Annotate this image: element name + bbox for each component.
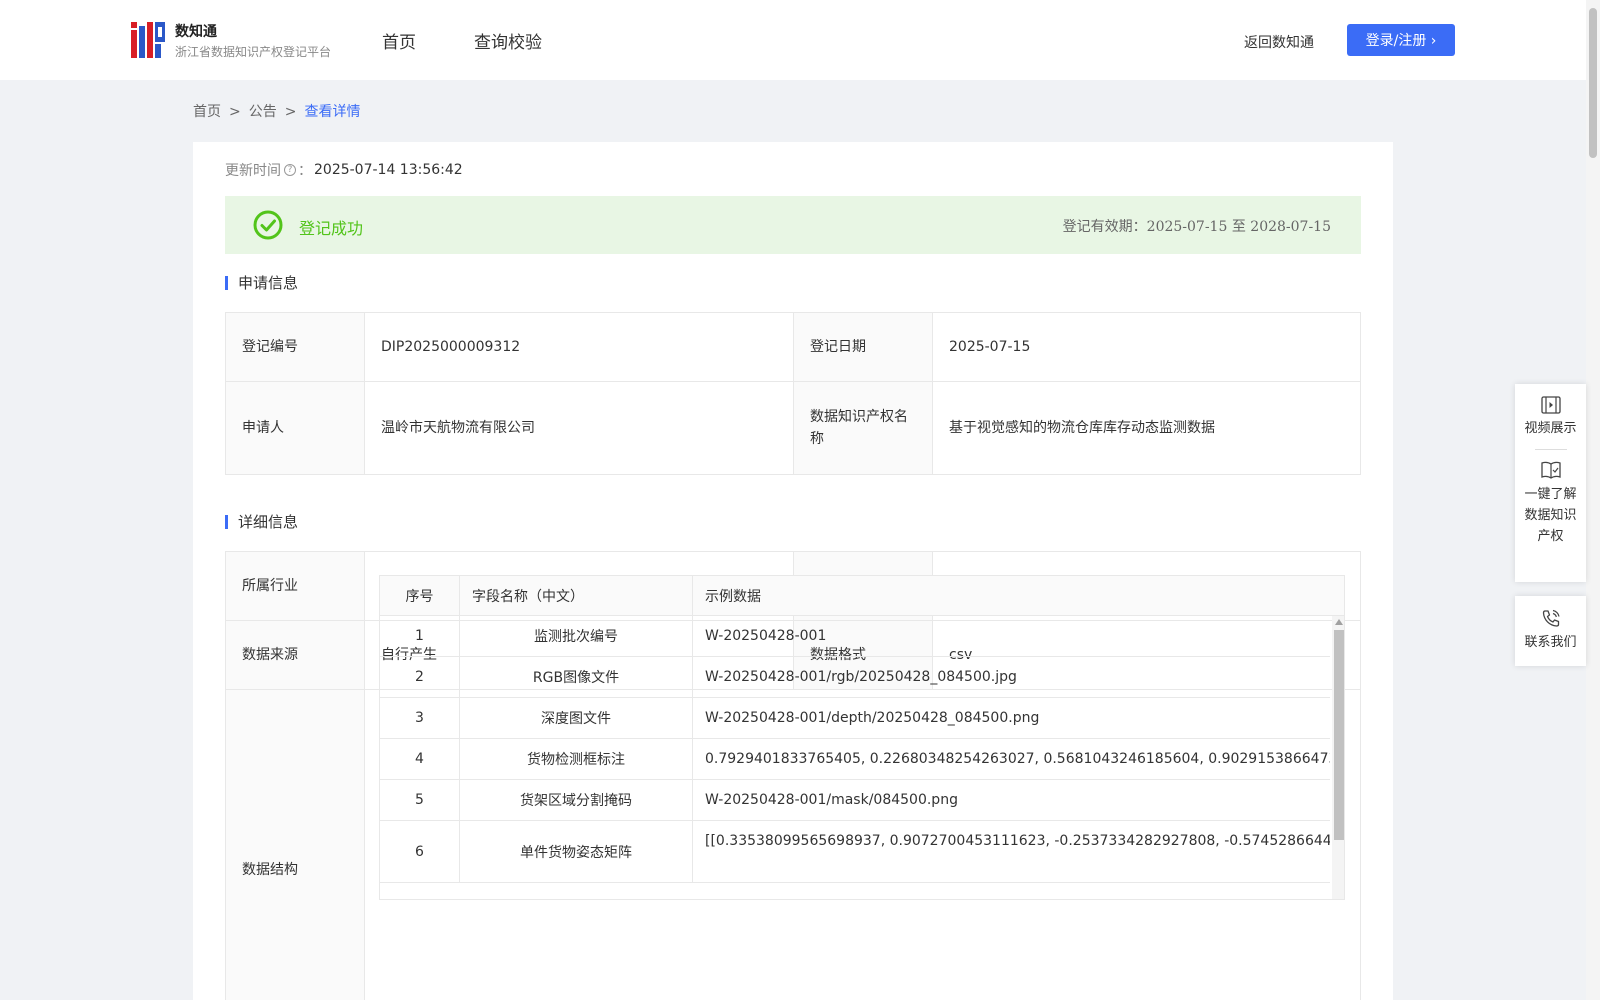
row-field-name: 货物检测框标注 [460, 739, 693, 779]
book-icon [1540, 461, 1561, 479]
video-icon [1540, 396, 1561, 414]
learn-data-ip-button[interactable]: 一键了解 数据知识 产权 [1515, 460, 1586, 547]
check-circle-icon [253, 210, 283, 240]
learn-line-3: 产权 [1537, 529, 1564, 544]
update-time-label: 更新时间 [225, 163, 281, 179]
top-header: 数知通 浙江省数据知识产权登记平台 首页 查询校验 返回数知通 登录/注册 › [0, 0, 1586, 80]
applicant-label: 申请人 [225, 381, 365, 475]
row-example: W-20250428-001/depth/20250428_084500.png [705, 710, 1040, 726]
reg-no-value: DIP2025000009312 [364, 312, 794, 382]
breadcrumb-separator: > [284, 104, 297, 120]
table-row: 2 RGB图像文件 W-20250428-001/rgb/20250428_08… [380, 657, 1330, 698]
brand-subtitle: 浙江省数据知识产权登记平台 [175, 45, 332, 59]
breadcrumb-notice[interactable]: 公告 [249, 104, 277, 120]
row-example: [[0.33538099565698937, 0.907270045311162… [705, 833, 1330, 849]
phone-icon [1542, 609, 1560, 627]
data-structure-table: 序号 字段名称（中文） 示例数据 1 监测批次编号 W-20250428-001… [379, 575, 1345, 900]
row-example: W-20250428-001 [705, 628, 827, 644]
table-row: 申请人 温岭市天航物流有限公司 数据知识产权名称 基于视觉感知的物流仓库库存动态… [225, 381, 1361, 475]
table-row: 3 深度图文件 W-20250428-001/depth/20250428_08… [380, 698, 1330, 739]
validity-label: 登记有效期： [1062, 219, 1147, 235]
update-time-row: 更新时间 ? ： 2025-07-14 13:56:42 [225, 160, 463, 180]
learn-line-1: 一键了解 [1524, 487, 1577, 502]
ip-name-label: 数据知识产权名称 [793, 381, 933, 475]
status-text: 登记成功 [299, 219, 364, 238]
row-example: W-20250428-001/rgb/20250428_084500.jpg [705, 669, 1017, 685]
row-no: 3 [380, 698, 460, 738]
reg-date-value: 2025-07-15 [932, 312, 1361, 382]
video-showcase-label: 视频展示 [1524, 421, 1577, 436]
header-field-name: 字段名称（中文） [460, 576, 693, 615]
help-icon[interactable]: ? [284, 164, 296, 176]
row-field-name: 单件货物姿态矩阵 [460, 821, 693, 882]
nav-query-verify[interactable]: 查询校验 [474, 28, 542, 53]
structure-label: 数据结构 [225, 689, 365, 1000]
structure-table-body[interactable]: 1 监测批次编号 W-20250428-001 2 RGB图像文件 W-2025… [380, 616, 1344, 899]
breadcrumb-separator: > [229, 104, 241, 120]
learn-line-2: 数据知识 [1524, 508, 1577, 523]
back-to-shuzhitong-link[interactable]: 返回数知通 [1244, 32, 1314, 52]
source-label: 数据来源 [225, 620, 365, 690]
float-divider [1534, 449, 1567, 450]
float-menu-bottom: 联系我们 [1515, 596, 1586, 666]
scroll-up-arrow-icon[interactable] [1335, 619, 1343, 625]
section-apply-info: 申请信息 [225, 276, 298, 291]
table-row: 6 单件货物姿态矩阵 [[0.33538099565698937, 0.9072… [380, 821, 1330, 883]
row-field-name: 监测批次编号 [460, 616, 693, 656]
row-example: W-20250428-001/mask/084500.png [705, 792, 958, 808]
table-row: 5 货架区域分割掩码 W-20250428-001/mask/084500.pn… [380, 780, 1330, 821]
structure-table-header: 序号 字段名称（中文） 示例数据 [380, 576, 1344, 616]
header-example: 示例数据 [705, 588, 761, 605]
row-example: 0.7929401833765405, 0.22680348254263027,… [705, 751, 1330, 767]
login-register-button[interactable]: 登录/注册 › [1347, 24, 1455, 56]
page-scroll-thumb[interactable] [1589, 8, 1597, 158]
structure-scroll-thumb[interactable] [1334, 630, 1344, 840]
row-no: 4 [380, 739, 460, 779]
row-no: 6 [380, 821, 460, 882]
applicant-value: 温岭市天航物流有限公司 [364, 381, 794, 475]
video-showcase-button[interactable]: 视频展示 [1515, 396, 1586, 439]
row-field-name: RGB图像文件 [460, 657, 693, 697]
breadcrumb: 首页 > 公告 > 查看详情 [193, 101, 360, 121]
reg-date-label: 登记日期 [793, 312, 933, 382]
nav-home[interactable]: 首页 [382, 28, 416, 53]
validity-to: 2028-07-15 [1250, 219, 1331, 235]
row-no: 2 [380, 657, 460, 697]
row-field-name: 货架区域分割掩码 [460, 780, 693, 820]
table-row: 4 货物检测框标注 0.7929401833765405, 0.22680348… [380, 739, 1330, 780]
header-no: 序号 [380, 576, 460, 615]
contact-us-button[interactable]: 联系我们 [1515, 608, 1586, 653]
breadcrumb-current: 查看详情 [304, 104, 361, 120]
platform-logo-icon[interactable] [131, 22, 165, 58]
table-row: 1 监测批次编号 W-20250428-001 [380, 616, 1330, 657]
row-no: 5 [380, 780, 460, 820]
page-scrollbar[interactable] [1586, 0, 1600, 1000]
reg-no-label: 登记编号 [225, 312, 365, 382]
validity-from: 2025-07-15 [1146, 219, 1228, 235]
update-time-value: 2025-07-14 13:56:42 [314, 162, 463, 178]
apply-info-table: 登记编号 DIP2025000009312 登记日期 2025-07-15 申请… [225, 312, 1361, 475]
breadcrumb-home[interactable]: 首页 [193, 104, 221, 120]
section-detail-info: 详细信息 [225, 515, 298, 530]
status-banner: 登记成功 登记有效期：2025-07-15 至 2028-07-15 [225, 196, 1361, 254]
brand-name: 数知通 [175, 24, 217, 40]
structure-table-scrollbar[interactable] [1332, 616, 1344, 899]
update-time-colon: ： [298, 163, 312, 179]
ip-name-value: 基于视觉感知的物流仓库库存动态监测数据 [932, 381, 1361, 475]
table-row: 登记编号 DIP2025000009312 登记日期 2025-07-15 [225, 312, 1361, 382]
industry-label: 所属行业 [225, 551, 365, 621]
validity-to-word: 至 [1231, 219, 1246, 235]
row-field-name: 深度图文件 [460, 698, 693, 738]
row-no: 1 [380, 616, 460, 656]
float-menu-top: 视频展示 一键了解 数据知识 产权 [1515, 384, 1586, 582]
contact-us-label: 联系我们 [1524, 635, 1577, 650]
validity-period: 登记有效期：2025-07-15 至 2028-07-15 [1063, 216, 1331, 236]
